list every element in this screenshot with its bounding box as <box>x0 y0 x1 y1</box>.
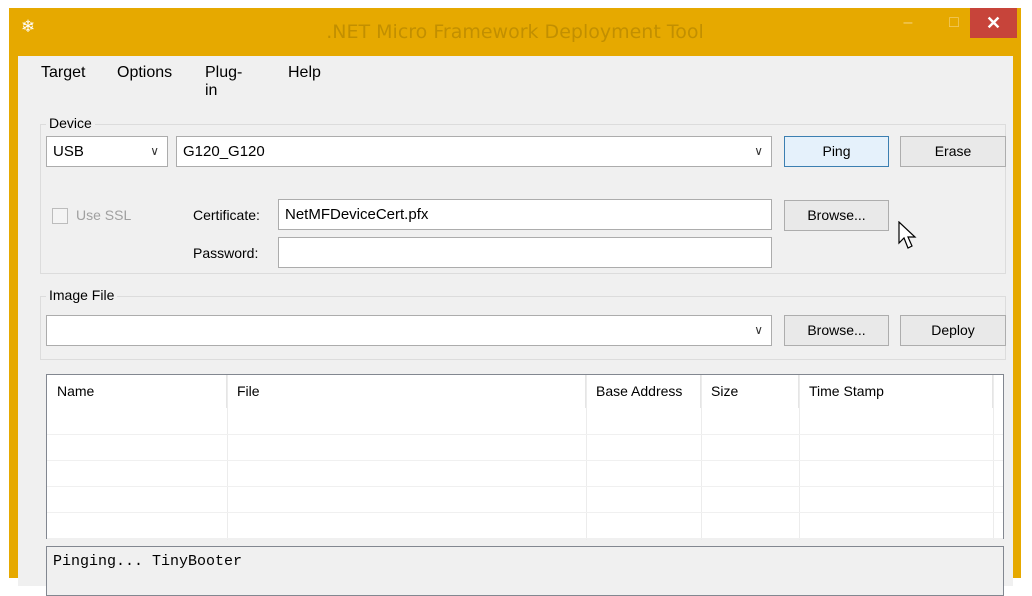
menu-help[interactable]: Help <box>288 64 321 82</box>
device-value: G120_G120 <box>183 143 265 160</box>
minimize-button[interactable]: – <box>885 8 931 38</box>
table-row[interactable] <box>47 409 1003 435</box>
password-label: Password: <box>193 245 259 261</box>
close-button[interactable]: ✕ <box>970 8 1017 38</box>
transport-select[interactable]: USB ∨ <box>46 136 168 167</box>
use-ssl-label: Use SSL <box>76 207 132 223</box>
certificate-browse-button[interactable]: Browse... <box>784 200 889 231</box>
ping-button[interactable]: Ping <box>784 136 889 167</box>
device-select[interactable]: G120_G120 ∨ <box>176 136 772 167</box>
table-row[interactable] <box>47 513 1003 539</box>
image-file-group-label: Image File <box>46 287 118 303</box>
column-time-stamp[interactable]: Time Stamp <box>799 375 993 408</box>
list-header: Name File Base Address Size Time Stamp <box>47 375 1003 408</box>
password-field[interactable] <box>278 237 772 268</box>
image-file-select[interactable]: ∨ <box>46 315 772 346</box>
title-bar[interactable]: ❄ .NET Micro Framework Deployment Tool –… <box>9 8 1021 56</box>
app-window: ❄ .NET Micro Framework Deployment Tool –… <box>9 8 1021 596</box>
deploy-button[interactable]: Deploy <box>900 315 1006 346</box>
erase-button[interactable]: Erase <box>900 136 1006 167</box>
menu-options[interactable]: Options <box>117 64 172 82</box>
client-area: Target Options Plug-in Help Device USB ∨… <box>18 56 1013 596</box>
chevron-down-icon: ∨ <box>754 144 763 158</box>
chevron-down-icon: ∨ <box>150 144 159 158</box>
table-row[interactable] <box>47 435 1003 461</box>
image-browse-button[interactable]: Browse... <box>784 315 889 346</box>
menu-target[interactable]: Target <box>41 64 85 82</box>
output-log[interactable]: Pinging... TinyBooter <box>46 546 1004 596</box>
image-list[interactable]: Name File Base Address Size Time Stamp <box>46 374 1004 540</box>
column-name[interactable]: Name <box>47 375 227 408</box>
transport-value: USB <box>53 143 84 160</box>
certificate-label: Certificate: <box>193 207 260 223</box>
column-file[interactable]: File <box>227 375 586 408</box>
device-group-label: Device <box>46 115 95 131</box>
table-row[interactable] <box>47 487 1003 513</box>
mouse-cursor-icon <box>898 221 917 249</box>
menu-plug-in[interactable]: Plug-in <box>205 64 242 100</box>
certificate-field[interactable]: NetMFDeviceCert.pfx <box>278 199 772 230</box>
use-ssl-checkbox[interactable] <box>52 208 68 224</box>
table-row[interactable] <box>47 461 1003 487</box>
column-base-address[interactable]: Base Address <box>586 375 701 408</box>
window-title: .NET Micro Framework Deployment Tool <box>326 21 704 43</box>
chevron-down-icon: ∨ <box>754 323 763 337</box>
column-size[interactable]: Size <box>701 375 799 408</box>
